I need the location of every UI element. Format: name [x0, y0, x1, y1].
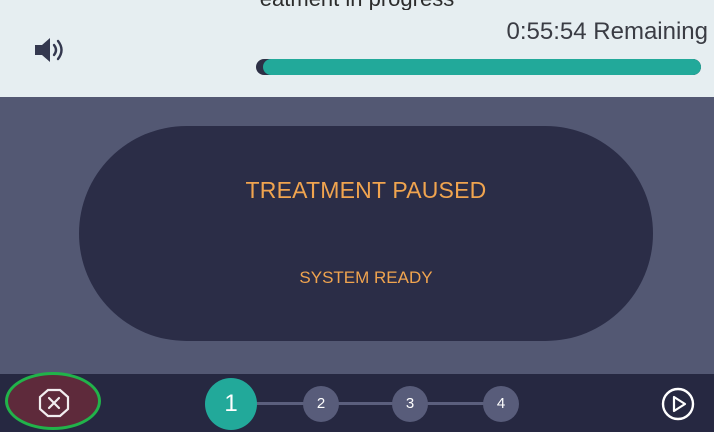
system-status: SYSTEM READY — [299, 268, 433, 287]
screen-title: eatment in progress — [0, 0, 714, 10]
step-1[interactable]: 1 — [205, 378, 257, 430]
treatment-status: TREATMENT PAUSED — [245, 177, 487, 203]
status-panel: TREATMENT PAUSED SYSTEM READY — [79, 126, 653, 341]
time-remaining: 0:55:54 Remaining — [506, 18, 708, 45]
step-4[interactable]: 4 — [483, 386, 519, 422]
top-bar: eatment in progress 0:55:54 Remaining — [0, 0, 714, 97]
progress-fill — [262, 59, 701, 75]
step-connector-line — [230, 402, 502, 405]
play-circle-icon — [661, 387, 695, 421]
play-button[interactable] — [660, 386, 696, 422]
treatment-progress-bar — [256, 59, 701, 75]
speaker-volume-icon[interactable] — [33, 35, 73, 65]
stop-octagon-x-icon — [38, 388, 70, 418]
stop-treatment-button[interactable] — [5, 372, 101, 430]
step-3[interactable]: 3 — [392, 386, 428, 422]
treatment-screen: eatment in progress 0:55:54 Remaining TR… — [0, 0, 714, 432]
step-2[interactable]: 2 — [303, 386, 339, 422]
